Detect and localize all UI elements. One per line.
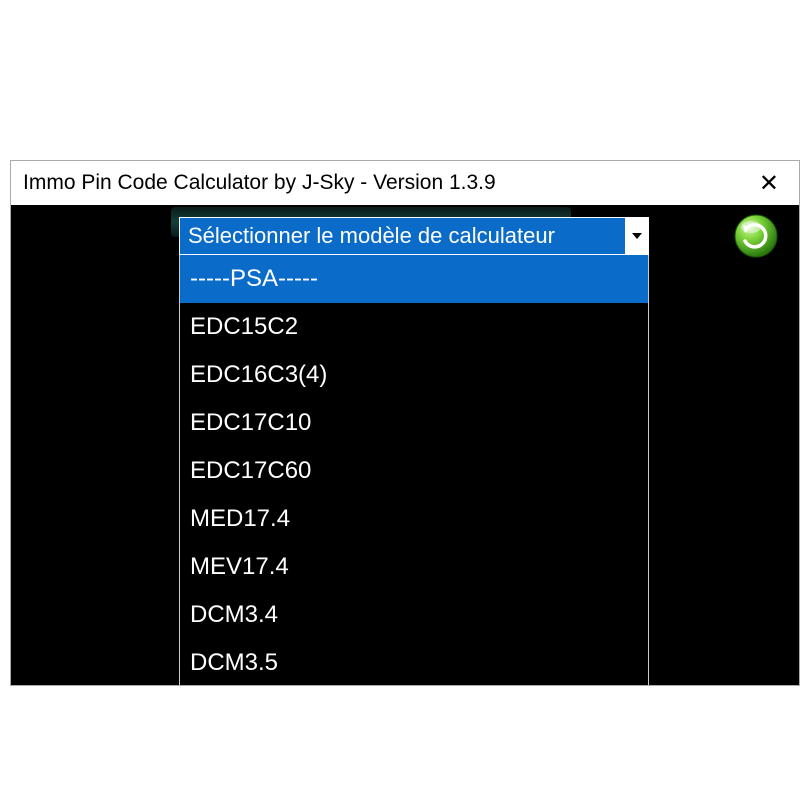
dropdown-item[interactable]: EDC17C10: [180, 399, 648, 447]
chevron-down-icon: [632, 233, 642, 239]
close-button[interactable]: ✕: [751, 169, 787, 198]
app-window: Immo Pin Code Calculator by J-Sky - Vers…: [10, 160, 800, 686]
model-dropdown[interactable]: Sélectionner le modèle de calculateur --…: [179, 217, 649, 685]
window-title: Immo Pin Code Calculator by J-Sky - Vers…: [23, 171, 496, 195]
refresh-button[interactable]: [733, 213, 779, 259]
dropdown-selected-value[interactable]: Sélectionner le modèle de calculateur: [179, 217, 625, 255]
window-content: Sélectionner le modèle de calculateur --…: [11, 205, 799, 685]
close-icon: ✕: [759, 170, 779, 197]
dropdown-arrow-button[interactable]: [625, 217, 649, 255]
dropdown-item[interactable]: EDC17C60: [180, 447, 648, 495]
refresh-icon: [733, 213, 779, 259]
dropdown-item[interactable]: -----PSA-----: [180, 255, 648, 303]
dropdown-item[interactable]: EDC16C3(4): [180, 351, 648, 399]
dropdown-item[interactable]: EDC15C2: [180, 303, 648, 351]
dropdown-item[interactable]: MEV17.4: [180, 543, 648, 591]
dropdown-header[interactable]: Sélectionner le modèle de calculateur: [179, 217, 649, 255]
dropdown-item[interactable]: DCM3.4: [180, 591, 648, 639]
dropdown-item[interactable]: MED17.4: [180, 495, 648, 543]
titlebar: Immo Pin Code Calculator by J-Sky - Vers…: [11, 161, 799, 205]
dropdown-item[interactable]: DCM3.5: [180, 639, 648, 685]
dropdown-list: -----PSA-----EDC15C2EDC16C3(4)EDC17C10ED…: [179, 255, 649, 685]
